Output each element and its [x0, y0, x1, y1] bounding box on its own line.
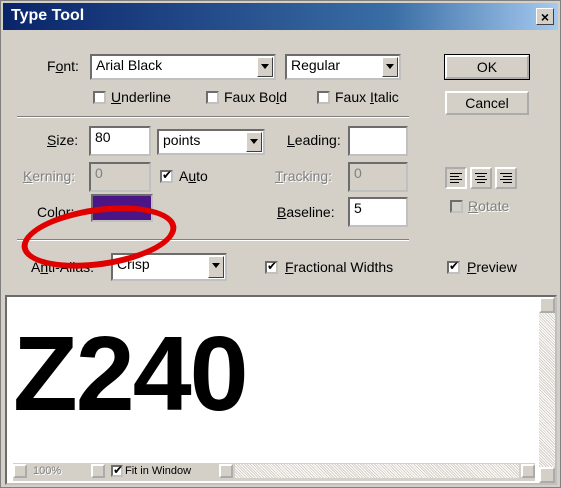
separator: [17, 116, 409, 118]
baseline-label: Baseline:: [277, 204, 335, 220]
auto-kerning-checkbox[interactable]: [160, 168, 173, 183]
align-right-button[interactable]: [495, 167, 517, 189]
scroll-left-arrow-icon[interactable]: [219, 464, 233, 478]
rotate-checkbox[interactable]: [450, 200, 463, 213]
faux-italic-label[interactable]: Faux Italic: [335, 89, 399, 105]
fit-in-window-checkbox[interactable]: [111, 463, 123, 477]
leading-input[interactable]: [348, 126, 408, 156]
ok-button[interactable]: OK: [444, 54, 530, 80]
faux-bold-label[interactable]: Faux Bold: [224, 89, 287, 105]
font-style-select[interactable]: Regular: [285, 54, 401, 80]
zoom-in-icon[interactable]: [13, 464, 27, 478]
underline-checkbox[interactable]: [93, 91, 106, 104]
chevron-down-icon[interactable]: [246, 132, 262, 152]
chevron-down-icon[interactable]: [257, 57, 273, 77]
type-tool-dialog: Type Tool × Font: Arial Black Regular OK…: [0, 0, 561, 488]
rotate-label: Rotate: [468, 198, 510, 214]
size-label: Size:: [47, 132, 79, 148]
scroll-right-arrow-icon[interactable]: [521, 464, 535, 478]
zoom-out-icon[interactable]: [91, 464, 105, 478]
scroll-down-arrow-icon[interactable]: [539, 467, 555, 483]
faux-bold-checkbox[interactable]: [206, 91, 219, 104]
cancel-button[interactable]: Cancel: [445, 91, 529, 115]
size-input[interactable]: 80: [89, 126, 151, 156]
size-unit-select[interactable]: points: [157, 129, 265, 155]
preview-sample-text: Z240: [13, 315, 249, 433]
window-title: Type Tool: [11, 7, 85, 24]
preview-label[interactable]: Preview: [467, 259, 517, 275]
align-center-button[interactable]: [470, 167, 492, 189]
size-unit-value: points: [163, 132, 201, 148]
preview-status-bar: 100% Fit in Window: [13, 463, 535, 481]
underline-label[interactable]: Underline: [111, 89, 171, 105]
auto-label[interactable]: Auto: [179, 168, 208, 184]
zoom-level: 100%: [33, 465, 62, 477]
tracking-input[interactable]: 0: [348, 162, 408, 192]
fractional-widths-checkbox[interactable]: [265, 259, 278, 274]
preview-checkbox[interactable]: [447, 259, 460, 274]
font-style-value: Regular: [291, 57, 341, 73]
fit-in-window-label[interactable]: Fit in Window: [125, 465, 191, 477]
kerning-label: Kerning:: [23, 168, 76, 184]
kerning-input[interactable]: 0: [89, 162, 151, 192]
close-button[interactable]: ×: [536, 8, 554, 25]
chevron-down-icon[interactable]: [208, 256, 224, 278]
fractional-widths-label[interactable]: Fractional Widths: [285, 259, 393, 275]
font-family-value: Arial Black: [96, 57, 163, 73]
leading-label: Leading:: [287, 132, 341, 148]
horizontal-scrollbar[interactable]: [235, 464, 519, 478]
chevron-down-icon[interactable]: [382, 57, 398, 77]
preview-pane: Z240 100% Fit in Window: [5, 295, 557, 485]
scroll-up-arrow-icon[interactable]: [539, 297, 555, 313]
vertical-scrollbar[interactable]: [539, 297, 555, 483]
title-bar: Type Tool ×: [3, 3, 558, 30]
tracking-label: Tracking:: [275, 168, 333, 184]
font-family-select[interactable]: Arial Black: [90, 54, 276, 80]
font-label: Font:: [47, 58, 79, 74]
align-left-button[interactable]: [445, 167, 467, 189]
baseline-input[interactable]: 5: [348, 197, 408, 227]
faux-italic-checkbox[interactable]: [317, 91, 330, 104]
